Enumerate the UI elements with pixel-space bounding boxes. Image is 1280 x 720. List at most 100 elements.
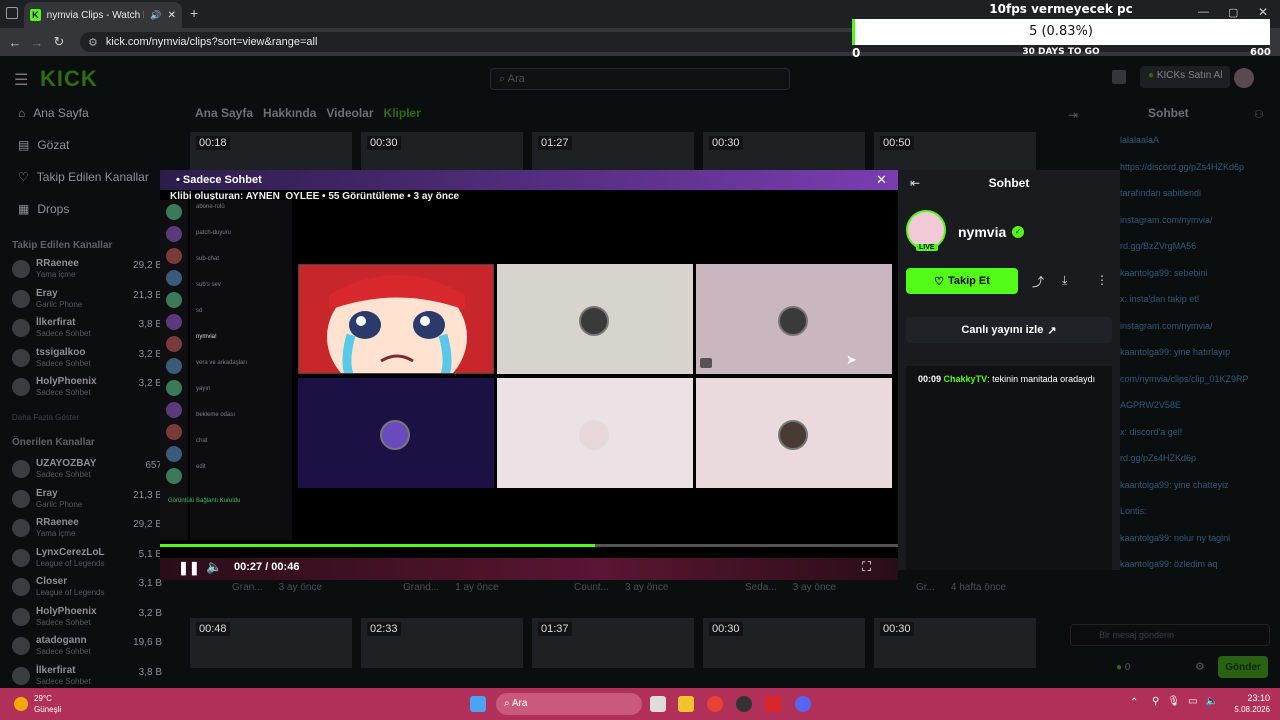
- channel-item[interactable]: UZAYOZBAY Sadece Sohbet 657: [12, 458, 162, 486]
- search-input[interactable]: ⌕ Ara: [490, 68, 790, 90]
- discord-server-icon[interactable]: [166, 446, 182, 462]
- tab-close-icon[interactable]: ✕: [168, 10, 176, 21]
- kicks-buy-button[interactable]: ● KICKs Satın Al: [1140, 66, 1231, 88]
- tab-list-icon[interactable]: [6, 7, 18, 19]
- app-red-icon[interactable]: [765, 696, 781, 712]
- discord-server-icon[interactable]: [166, 402, 182, 418]
- sidebar-item-drops[interactable]: ▦ Drops: [18, 202, 69, 216]
- discord-server-icon[interactable]: [166, 424, 182, 440]
- chat-settings-icon[interactable]: ⚙: [1195, 660, 1205, 673]
- sidebar-item-home[interactable]: ⌂ Ana Sayfa: [18, 106, 89, 120]
- channel-item[interactable]: HolyPhoenix Sadece Sohbet 3,2 B: [12, 376, 162, 404]
- channel-game: Sadece Sohbet: [36, 647, 91, 656]
- points-counter: ● 0: [1116, 662, 1130, 673]
- tray-chevron-icon[interactable]: ⌃: [1130, 697, 1138, 708]
- kick-logo[interactable]: KICK: [40, 66, 98, 92]
- tab-home[interactable]: Ana Sayfa: [195, 106, 253, 120]
- forward-icon[interactable]: →: [26, 35, 48, 50]
- tab-audio-icon[interactable]: 🔊: [150, 10, 161, 21]
- share-icon[interactable]: ⤴: [1032, 273, 1044, 290]
- viewer-count: 29,2 B: [133, 260, 162, 271]
- clip-title[interactable]: Gran...: [232, 582, 263, 593]
- clip-thumbnail[interactable]: 00:48: [190, 618, 352, 668]
- goal-overlay: 10fps vermeyecek pc 5 (0.83%) 0 30 DAYS …: [852, 0, 1271, 62]
- browser-tab[interactable]: K nymvia Clips - Watch Live c 🔊 ✕: [24, 2, 182, 28]
- streamer-name[interactable]: nymvia: [958, 224, 1006, 240]
- viewer-count: 3,2 B: [138, 607, 162, 619]
- menu-icon[interactable]: ☰: [14, 70, 28, 90]
- send-button[interactable]: Gönder: [1218, 656, 1268, 678]
- discord-server-icon[interactable]: [166, 226, 182, 242]
- sidebar-item-browse[interactable]: ▤ Gözat: [18, 138, 69, 152]
- tab-clips[interactable]: Klipler: [384, 106, 421, 120]
- back-icon[interactable]: ←: [4, 35, 26, 50]
- volume-icon[interactable]: 🔈: [206, 559, 222, 575]
- chat-message-input[interactable]: Bir mesaj gönderin: [1070, 624, 1270, 646]
- discord-server-icon[interactable]: [166, 314, 182, 330]
- viewer-count: 3,2 B: [138, 378, 162, 389]
- follow-button[interactable]: ♡ Takip Et: [906, 268, 1018, 294]
- download-icon[interactable]: ⤓: [1062, 273, 1067, 288]
- sidebar-item-following[interactable]: ♡ Takip Edilen Kanallar: [18, 170, 149, 184]
- discord-server-icon[interactable]: [166, 292, 182, 308]
- search-icon: ⌕: [499, 73, 506, 85]
- fullscreen-icon[interactable]: ⛶: [862, 559, 871, 575]
- start-icon[interactable]: [470, 696, 486, 712]
- clip-title[interactable]: Gr...: [916, 582, 935, 593]
- browse-grid-icon[interactable]: [1112, 70, 1126, 84]
- chat-users-icon[interactable]: ⚇: [1254, 108, 1264, 121]
- more-options-icon[interactable]: ⋮: [1096, 273, 1108, 287]
- collapse-chat-icon[interactable]: ⇥: [1068, 108, 1078, 122]
- new-tab-icon[interactable]: +: [190, 5, 198, 21]
- tab-about[interactable]: Hakkında: [263, 106, 316, 120]
- channel-item[interactable]: Closer League of Legends 3,1 B: [12, 576, 162, 604]
- tab-videos[interactable]: Videolar: [326, 106, 373, 120]
- channel-item[interactable]: tssigalkoo Sadece Sohbet 3,2 B: [12, 347, 162, 375]
- watch-live-button[interactable]: Canlı yayını izle ↗: [906, 317, 1112, 343]
- channel-item[interactable]: RRaenee Yama içme 29,2 B: [12, 517, 162, 545]
- channel-avatar: [12, 348, 30, 367]
- discord-server-icon[interactable]: [166, 358, 182, 374]
- message-user[interactable]: ChakkyTV: [944, 374, 988, 384]
- show-more-link[interactable]: Daha Fazla Göster: [12, 413, 79, 422]
- task-view-icon[interactable]: [650, 696, 666, 712]
- channel-item[interactable]: HolyPhoenix Sadece Sohbet 3,2 B: [12, 606, 162, 634]
- discord-server-icon[interactable]: [166, 336, 182, 352]
- call-tile-3: [696, 264, 892, 374]
- file-explorer-icon[interactable]: [678, 696, 694, 712]
- chrome-icon[interactable]: [707, 696, 723, 712]
- site-info-icon[interactable]: ⚙: [88, 36, 98, 49]
- channel-item[interactable]: LynxCerezLoL League of Legends 5,1 B: [12, 547, 162, 575]
- clip-thumbnail[interactable]: 00:30: [874, 618, 1036, 668]
- discord-server-icon[interactable]: [166, 248, 182, 264]
- clip-thumbnail[interactable]: 00:30: [703, 618, 865, 668]
- channel-item[interactable]: Eray Garlic Phone 21,3 B: [12, 288, 162, 316]
- channel-item[interactable]: Eray Garlic Phone 21,3 B: [12, 488, 162, 516]
- discord-server-icon[interactable]: [166, 270, 182, 286]
- discord-server-icon[interactable]: [166, 204, 182, 220]
- discord-icon[interactable]: [795, 696, 811, 712]
- channel-item[interactable]: RRaenee Yama içme 29,2 B: [12, 258, 162, 286]
- discord-server-icon[interactable]: [166, 468, 182, 484]
- pause-icon[interactable]: ❚❚: [178, 560, 200, 576]
- clip-thumbnail[interactable]: 01:37: [532, 618, 694, 668]
- channel-game: Yama içme: [36, 529, 76, 538]
- taskbar-search[interactable]: ⌕ Ara: [496, 693, 642, 715]
- clip-thumbnail[interactable]: 02:33: [361, 618, 523, 668]
- clip-title[interactable]: Count...: [574, 582, 609, 593]
- weather-icon[interactable]: [14, 697, 28, 711]
- reload-icon[interactable]: ↻: [48, 34, 70, 50]
- viewer-count: 3,8 B: [138, 319, 162, 330]
- clip-title[interactable]: Seda...: [745, 582, 777, 593]
- discord-server-icon[interactable]: [166, 380, 182, 396]
- channel-item[interactable]: İlkerfirat Sadece Sohbet 3,8 B: [12, 317, 162, 345]
- time-display: 00:27 / 00:46: [234, 561, 300, 573]
- drops-icon: ▦: [18, 202, 30, 216]
- app-icon[interactable]: [736, 696, 752, 712]
- channel-item[interactable]: atadogann Sadece Sohbet 19,6 B: [12, 635, 162, 663]
- modal-close-icon[interactable]: ✕: [876, 172, 887, 188]
- tray-icons[interactable]: ⚲🎙▭🔈: [1152, 696, 1226, 707]
- video-seekbar[interactable]: [160, 544, 898, 547]
- user-avatar[interactable]: [1234, 68, 1254, 88]
- clip-title[interactable]: Grand...: [403, 582, 439, 593]
